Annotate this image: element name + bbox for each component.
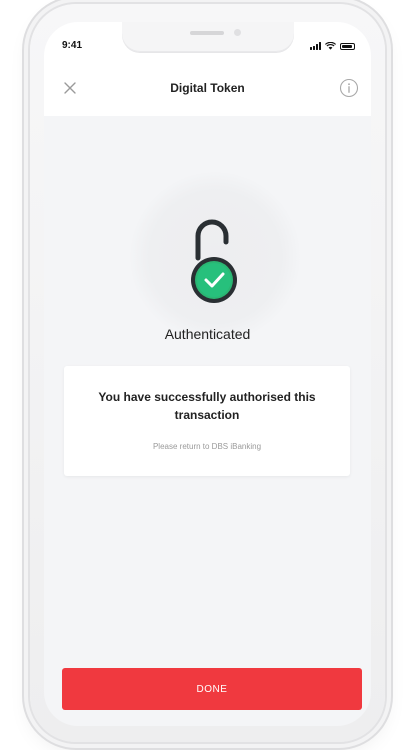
front-camera	[234, 29, 241, 36]
wifi-icon	[325, 42, 336, 50]
page-title: Digital Token	[170, 81, 245, 95]
phone-side-button	[387, 190, 391, 268]
notch	[122, 22, 294, 52]
phone-mute-switch	[24, 118, 28, 148]
phone-volume-up-button	[24, 170, 28, 222]
battery-icon	[340, 43, 355, 50]
phone-screen: 9:41 Digital Token Authenticated You hav…	[44, 22, 371, 726]
status-time: 9:41	[62, 40, 83, 51]
info-button[interactable]	[337, 76, 361, 100]
stage: 9:41 Digital Token Authenticated You hav…	[0, 0, 405, 750]
message-card: You have successfully authorised this tr…	[64, 366, 350, 476]
speaker-grille	[190, 31, 224, 35]
status-bar: 9:41	[44, 22, 371, 62]
auth-status-text: Authenticated	[164, 326, 251, 342]
unlocked-padlock-check-icon	[191, 219, 237, 303]
phone-volume-down-button	[24, 234, 28, 286]
status-icons	[310, 40, 355, 50]
success-message: You have successfully authorised this tr…	[98, 390, 316, 422]
done-button[interactable]: DONE	[62, 668, 362, 710]
nav-bar: Digital Token	[44, 62, 371, 116]
info-icon	[339, 78, 359, 98]
return-hint: Please return to DBS iBanking	[152, 442, 262, 451]
signal-icon	[310, 42, 321, 50]
